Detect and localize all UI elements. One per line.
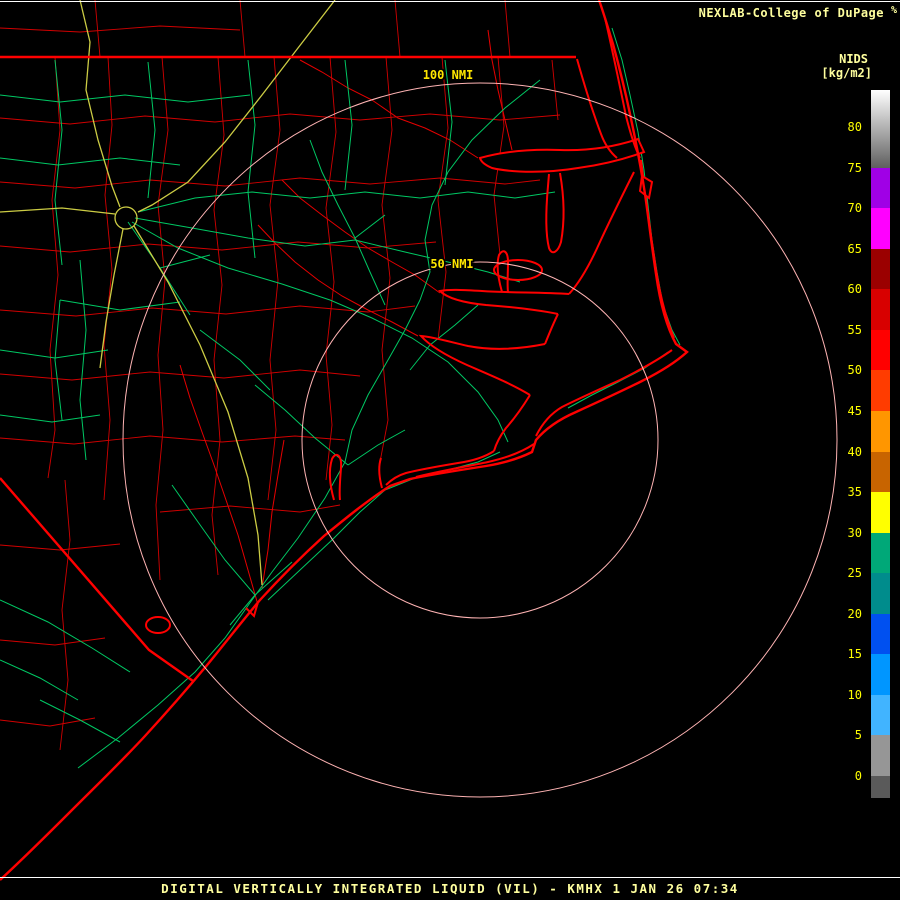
range-ring-100nmi xyxy=(122,82,838,798)
colorbar-segment xyxy=(871,410,890,452)
water-bodies xyxy=(145,17,675,634)
colorbar-tick: 50 xyxy=(847,363,862,378)
colorbar-segment xyxy=(871,370,890,411)
colorbar-tick: 0 xyxy=(854,769,862,783)
colorbar-tick: 35 xyxy=(847,485,862,500)
product-label: NIDS xyxy=(839,52,868,66)
colorbar-segment xyxy=(871,573,890,614)
colorbar-segment xyxy=(871,329,890,371)
albemarle-sound xyxy=(478,137,646,173)
colorbar-tick: 55 xyxy=(847,322,862,337)
radar-map-image: 50 NMI 100 NMI xyxy=(0,0,838,881)
roads-green xyxy=(0,27,681,769)
colorbar-tick: 30 xyxy=(847,525,862,540)
colorbar-segment xyxy=(871,492,890,533)
pamlico-sound-shore xyxy=(568,171,635,295)
colorbar xyxy=(871,90,890,798)
range-ring-label-50: 50 NMI xyxy=(430,257,473,271)
range-ring-label-100: 100 NMI xyxy=(423,68,474,82)
colorbar-tick: 25 xyxy=(847,566,862,581)
colorbar-tick: 15 xyxy=(847,647,862,662)
colorbar-segment xyxy=(871,694,890,736)
colorbar-segment xyxy=(871,248,890,290)
colorbar-segment xyxy=(871,289,890,330)
units-label: [kg/m2] xyxy=(821,66,872,80)
neuse-river xyxy=(418,334,546,396)
colorbar-tick-labels: 80 75 70 65 60 55 50 45 40 35 30 25 20 15 10 5 0 xyxy=(828,90,866,798)
colorbar-segment xyxy=(871,735,890,776)
product-caption: DIGITAL VERTICALLY INTEGRATED LIQUID (VI… xyxy=(161,881,739,896)
colorbar-tick: 70 xyxy=(847,201,862,216)
colorbar-tick: 20 xyxy=(847,606,862,621)
lake-waccamaw xyxy=(145,616,171,634)
colorbar-tick: 5 xyxy=(854,728,862,743)
colorbar-segment xyxy=(871,532,890,574)
colorbar-segment xyxy=(871,654,890,695)
colorbar-tick: 60 xyxy=(847,282,862,297)
colorbar-segment xyxy=(871,208,890,249)
colorbar-tick: 10 xyxy=(847,687,862,702)
radar-display: 50 NMI 100 NMI NEXLAB-College of DuPage … xyxy=(0,0,900,900)
raleigh-beltline-loop xyxy=(114,206,138,230)
colorbar-tick: 45 xyxy=(847,403,862,418)
new-river xyxy=(328,453,343,501)
colorbar-segment xyxy=(871,451,890,493)
pungo-river xyxy=(496,250,510,293)
colorbar-segment xyxy=(871,167,890,209)
brand-title: NEXLAB-College of DuPage xyxy=(698,6,884,20)
roads-yellow xyxy=(0,0,336,586)
colorbar-tick: 80 xyxy=(847,120,862,134)
bottom-divider-line xyxy=(0,877,900,878)
colorbar-segment xyxy=(871,90,890,168)
colorbar-tick: 40 xyxy=(847,444,862,459)
colorbar-segment xyxy=(871,613,890,655)
colorbar-tick: 75 xyxy=(847,160,862,175)
county-lines xyxy=(0,0,561,751)
top-divider-line xyxy=(0,1,900,2)
colorbar-segment xyxy=(871,776,890,798)
pamlico-river xyxy=(437,288,570,315)
colorbar-tick: 65 xyxy=(847,241,862,256)
range-rings xyxy=(122,82,838,798)
state-borders xyxy=(0,55,576,682)
alligator-river xyxy=(545,172,565,254)
range-ring-50nmi xyxy=(301,261,659,619)
brand-mark: % xyxy=(890,5,897,16)
